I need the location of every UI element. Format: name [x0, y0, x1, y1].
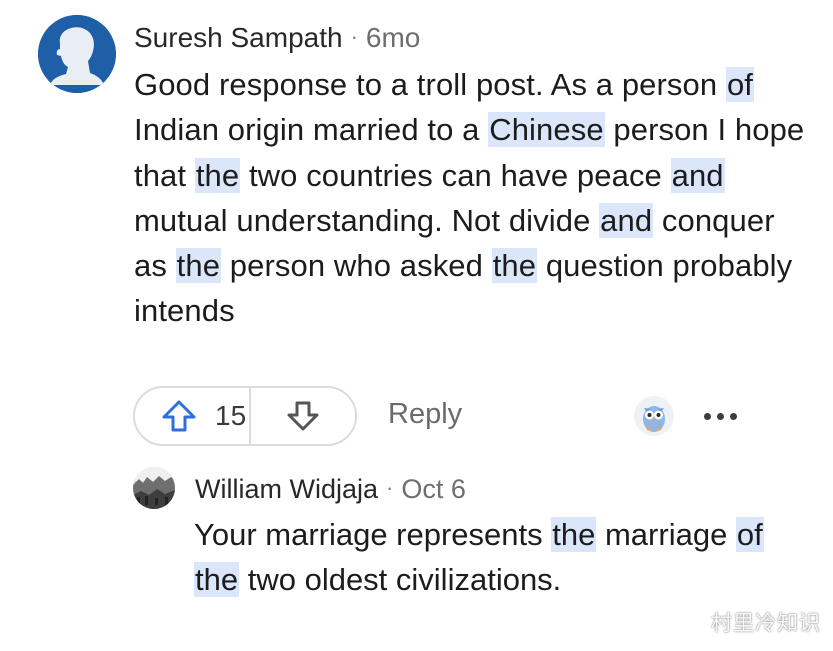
- comment-text-segment: two countries can have peace: [240, 157, 671, 193]
- comment-text-segment: mutual understanding. Not divide: [134, 202, 600, 238]
- comment-header: Suresh Sampath · 6mo: [134, 20, 420, 58]
- comment-highlighted-word[interactable]: and: [599, 202, 654, 238]
- reply-header: William Widjaja · Oct 6: [195, 472, 466, 508]
- comment-highlighted-word[interactable]: the: [491, 248, 538, 284]
- avatar-william[interactable]: [133, 467, 175, 509]
- comment-highlighted-word[interactable]: the: [194, 157, 241, 193]
- more-options-button[interactable]: [700, 398, 740, 434]
- comment-thread: Suresh Sampath · 6mo Good response to a tr…: [0, 0, 833, 651]
- photo-avatar-icon: [133, 467, 175, 509]
- author-name[interactable]: Suresh Sampath: [134, 22, 343, 53]
- avatar-suresh[interactable]: [38, 15, 116, 93]
- watermark: 村里冷知识: [711, 612, 821, 635]
- reply-dot-separator: ·: [386, 475, 394, 500]
- vote-pill: 15: [133, 386, 357, 446]
- upvote-count: 15: [215, 400, 247, 431]
- comment-body: Good response to a troll post. As a pers…: [134, 62, 814, 334]
- more-horizontal-icon: [701, 412, 740, 420]
- current-user-avatar[interactable]: [634, 396, 674, 436]
- comment-highlighted-word[interactable]: and: [670, 157, 725, 193]
- reply-body: Your marriage represents the marriage of…: [194, 512, 814, 603]
- comment-text-segment: Good response to a troll post. As a pers…: [134, 67, 726, 102]
- timestamp: 6mo: [365, 22, 421, 53]
- reply-button[interactable]: Reply: [388, 398, 462, 431]
- arrow-up-icon: [162, 400, 196, 432]
- arrow-down-icon: [287, 401, 319, 431]
- reply-timestamp: Oct 6: [401, 474, 466, 504]
- comment-text-segment: person who asked: [221, 248, 492, 284]
- reply-highlighted-word[interactable]: of: [735, 517, 764, 552]
- downvote-button[interactable]: [251, 388, 355, 444]
- dot-separator: ·: [350, 24, 358, 49]
- comment-highlighted-word[interactable]: of: [725, 67, 754, 102]
- reply-highlighted-word[interactable]: the: [194, 562, 240, 598]
- comment-highlighted-word[interactable]: the: [175, 248, 222, 284]
- owl-icon: [634, 396, 674, 436]
- comment-text-segment: Indian origin married to a: [134, 112, 489, 148]
- reply-text-segment: Your marriage represents: [194, 517, 552, 552]
- upvote-button[interactable]: 15: [135, 388, 249, 444]
- reply-text-segment: marriage: [596, 517, 736, 552]
- reply-text-segment: two oldest civilizations.: [239, 562, 562, 598]
- profile-silhouette-icon: [38, 15, 116, 93]
- reply-highlighted-word[interactable]: the: [551, 517, 597, 552]
- comment-highlighted-word[interactable]: Chinese: [488, 112, 605, 148]
- reply-author-name[interactable]: William Widjaja: [195, 474, 378, 504]
